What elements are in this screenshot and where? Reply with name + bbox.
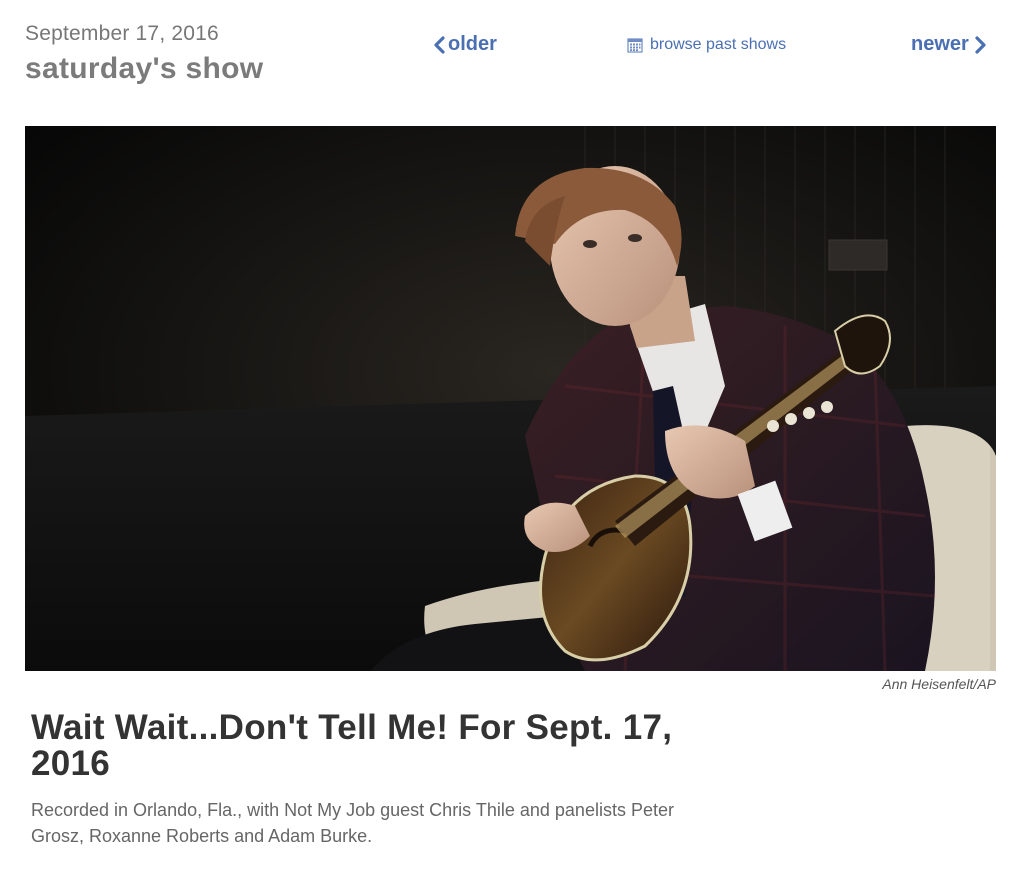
chevron-right-icon <box>975 35 987 55</box>
browse-past-shows-link[interactable]: browse past shows <box>627 36 786 54</box>
newer-label: newer <box>911 33 969 55</box>
show-header: September 17, 2016 saturday's show older <box>0 0 1019 110</box>
chevron-left-icon <box>433 35 445 55</box>
browse-label: browse past shows <box>650 36 787 53</box>
photo-credit: Ann Heisenfelt/AP <box>882 676 996 692</box>
older-link[interactable]: older <box>433 33 497 56</box>
calendar-icon <box>627 37 643 53</box>
show-title: saturday's show <box>25 52 264 85</box>
older-label: older <box>448 33 497 55</box>
show-photo <box>25 126 996 671</box>
article-headline[interactable]: Wait Wait...Don't Tell Me! For Sept. 17,… <box>31 710 731 782</box>
show-date: September 17, 2016 <box>25 22 219 45</box>
newer-link[interactable]: newer <box>911 33 987 56</box>
article-description: Recorded in Orlando, Fla., with Not My J… <box>31 800 674 846</box>
